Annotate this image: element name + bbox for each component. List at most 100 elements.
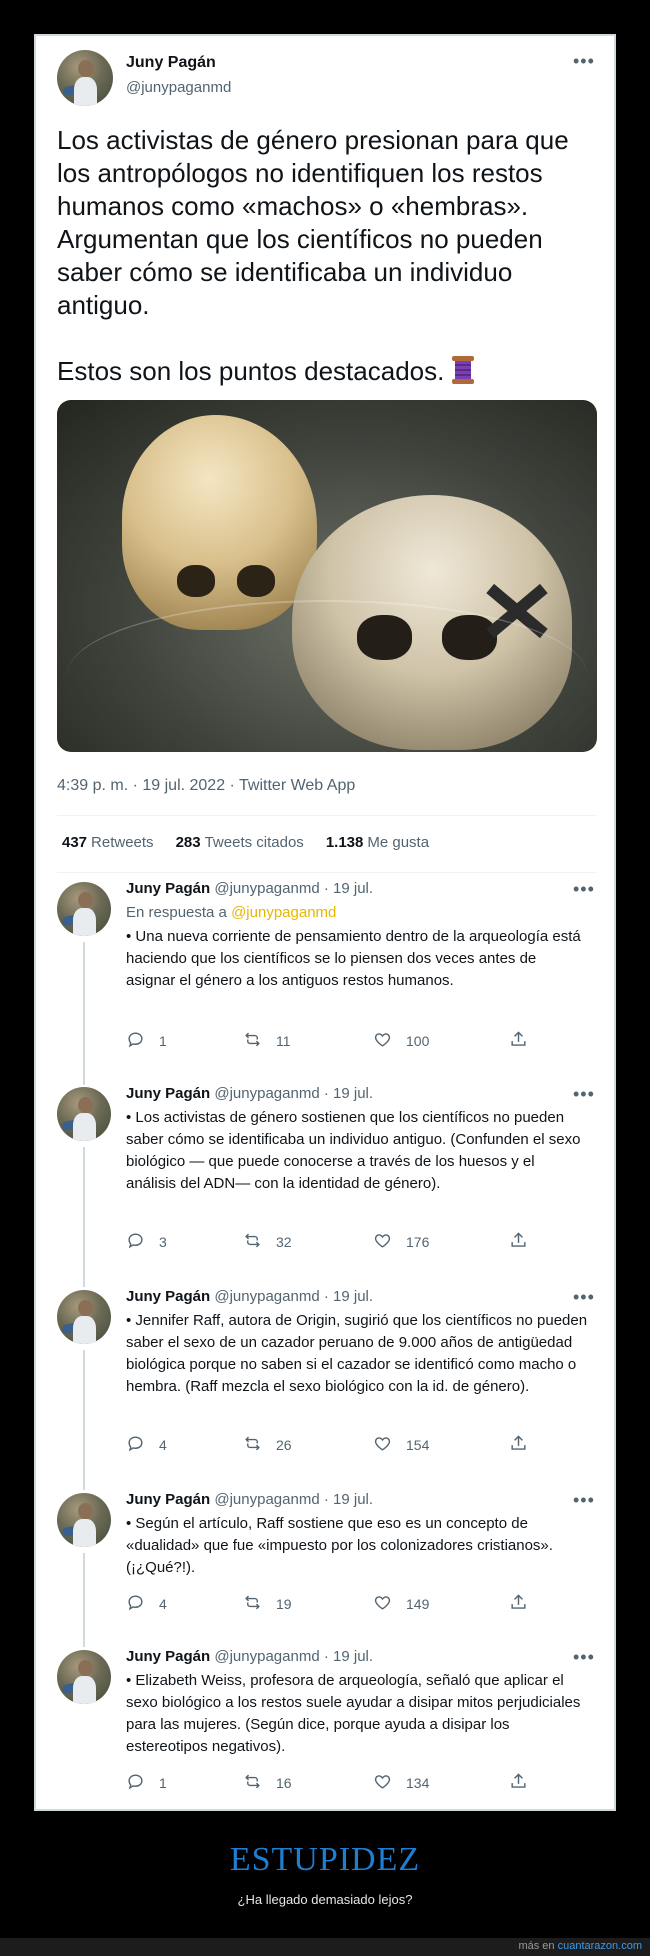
like-count: 134 bbox=[406, 1775, 430, 1791]
reply-text: • Según el artículo, Raff sostiene que e… bbox=[126, 1515, 553, 1576]
thread-line bbox=[83, 1350, 85, 1490]
more-options-icon[interactable]: ••• bbox=[573, 1085, 595, 1103]
reply-author-handle[interactable]: @junypaganmd bbox=[214, 1491, 319, 1508]
reply-icon bbox=[126, 1030, 159, 1052]
reply-icon bbox=[126, 1434, 159, 1456]
heart-icon bbox=[373, 1030, 406, 1052]
reply-button[interactable]: 1 bbox=[126, 1030, 167, 1052]
share-button[interactable] bbox=[509, 1593, 542, 1615]
tweet-text: Los activistas de género presionan para … bbox=[57, 124, 602, 388]
reply-author-name[interactable]: Juny Pagán bbox=[126, 1288, 210, 1305]
heart-icon bbox=[373, 1593, 406, 1615]
share-icon bbox=[509, 1030, 542, 1052]
reply-actions: 1 16 134 bbox=[126, 1772, 546, 1794]
author-name[interactable]: Juny Pagán bbox=[126, 54, 216, 72]
thread-spool-icon bbox=[451, 356, 474, 384]
reply-button[interactable]: 3 bbox=[126, 1231, 167, 1253]
tweet-card: Juny Pagán @junypaganmd ••• Los activist… bbox=[34, 34, 616, 1811]
like-count: 100 bbox=[406, 1033, 430, 1049]
tweet-photo[interactable] bbox=[57, 400, 597, 752]
reply-count: 4 bbox=[159, 1596, 167, 1612]
author-handle[interactable]: @junypaganmd bbox=[126, 79, 231, 96]
reply-button[interactable]: 4 bbox=[126, 1593, 167, 1615]
reply-header: Juny Pagán @junypaganmd · 19 jul. bbox=[126, 1491, 373, 1508]
reply-tweet[interactable]: Juny Pagán @junypaganmd · 19 jul. ••• • Lo… bbox=[36, 1085, 614, 1287]
reply-header: Juny Pagán @junypaganmd · 19 jul. bbox=[126, 1288, 373, 1305]
reply-author-name[interactable]: Juny Pagán bbox=[126, 1085, 210, 1102]
retweet-button[interactable]: 16 bbox=[243, 1772, 292, 1794]
more-options-icon[interactable]: ••• bbox=[573, 52, 595, 70]
reply-tweet[interactable]: Juny Pagán @junypaganmd · 19 jul. ••• • Se… bbox=[36, 1491, 614, 1647]
reply-avatar[interactable] bbox=[57, 1650, 111, 1704]
retweet-button[interactable]: 11 bbox=[243, 1030, 291, 1052]
reply-icon bbox=[126, 1593, 159, 1615]
reply-time[interactable]: · 19 jul. bbox=[324, 1085, 373, 1102]
site-link[interactable]: cuantarazon.com bbox=[558, 1940, 642, 1952]
reply-tweet[interactable]: Juny Pagán @junypaganmd · 19 jul. ••• En r… bbox=[36, 880, 614, 1085]
like-count: 176 bbox=[406, 1234, 430, 1250]
reply-header: Juny Pagán @junypaganmd · 19 jul. bbox=[126, 1085, 373, 1102]
reply-button[interactable]: 1 bbox=[126, 1772, 167, 1794]
more-options-icon[interactable]: ••• bbox=[573, 1648, 595, 1666]
like-button[interactable]: 100 bbox=[373, 1030, 429, 1052]
share-icon bbox=[509, 1434, 542, 1456]
retweet-count: 32 bbox=[276, 1234, 292, 1250]
author-avatar[interactable] bbox=[57, 50, 113, 106]
footer-subtitle: ¿Ha llegado demasiado lejos? bbox=[237, 1892, 413, 1907]
retweet-button[interactable]: 32 bbox=[243, 1231, 292, 1253]
share-button[interactable] bbox=[509, 1030, 542, 1052]
like-button[interactable]: 176 bbox=[373, 1231, 429, 1253]
reply-time[interactable]: · 19 jul. bbox=[324, 880, 373, 897]
reply-author-name[interactable]: Juny Pagán bbox=[126, 1648, 210, 1665]
tweet-text-body: Los activistas de género presionan para … bbox=[57, 125, 576, 320]
like-count: 149 bbox=[406, 1596, 430, 1612]
reply-icon bbox=[126, 1231, 159, 1253]
retweet-count: 26 bbox=[276, 1437, 292, 1453]
likes-stat[interactable]: 1.138 Me gusta bbox=[326, 834, 429, 851]
reply-tweet[interactable]: Juny Pagán @junypaganmd · 19 jul. ••• • El… bbox=[36, 1648, 614, 1802]
reply-avatar[interactable] bbox=[57, 882, 111, 936]
thread-line bbox=[83, 1553, 85, 1647]
mention-link[interactable]: @junypaganmd bbox=[231, 904, 336, 921]
reply-author-handle[interactable]: @junypaganmd bbox=[214, 1648, 319, 1665]
more-options-icon[interactable]: ••• bbox=[573, 880, 595, 898]
reply-time[interactable]: · 19 jul. bbox=[324, 1288, 373, 1305]
retweet-icon bbox=[243, 1772, 276, 1794]
reply-button[interactable]: 4 bbox=[126, 1434, 167, 1456]
retweet-button[interactable]: 26 bbox=[243, 1434, 292, 1456]
more-options-icon[interactable]: ••• bbox=[573, 1491, 595, 1509]
share-button[interactable] bbox=[509, 1434, 542, 1456]
retweets-stat[interactable]: 437 Retweets bbox=[62, 834, 154, 851]
quotes-stat[interactable]: 283 Tweets citados bbox=[176, 834, 304, 851]
reply-text: • Una nueva corriente de pensamiento den… bbox=[126, 928, 581, 989]
reply-header: Juny Pagán @junypaganmd · 19 jul. bbox=[126, 880, 373, 897]
reply-avatar[interactable] bbox=[57, 1290, 111, 1344]
footer-title: ESTUPIDEZ bbox=[229, 1841, 421, 1878]
share-button[interactable] bbox=[509, 1772, 542, 1794]
reply-author-name[interactable]: Juny Pagán bbox=[126, 1491, 210, 1508]
reply-author-handle[interactable]: @junypaganmd bbox=[214, 880, 319, 897]
more-options-icon[interactable]: ••• bbox=[573, 1288, 595, 1306]
reply-avatar[interactable] bbox=[57, 1493, 111, 1547]
retweet-icon bbox=[243, 1593, 276, 1615]
retweet-button[interactable]: 19 bbox=[243, 1593, 292, 1615]
reply-time[interactable]: · 19 jul. bbox=[324, 1648, 373, 1665]
like-button[interactable]: 149 bbox=[373, 1593, 429, 1615]
share-button[interactable] bbox=[509, 1231, 542, 1253]
retweet-icon bbox=[243, 1434, 276, 1456]
reply-time[interactable]: · 19 jul. bbox=[324, 1491, 373, 1508]
reply-author-handle[interactable]: @junypaganmd bbox=[214, 1085, 319, 1102]
divider bbox=[57, 872, 597, 873]
reply-text: • Elizabeth Weiss, profesora de arqueolo… bbox=[126, 1672, 581, 1755]
reply-author-name[interactable]: Juny Pagán bbox=[126, 880, 210, 897]
footer-credit: más en cuantarazon.com bbox=[518, 1940, 642, 1952]
divider bbox=[57, 815, 597, 816]
reply-actions: 4 19 149 bbox=[126, 1593, 546, 1615]
reply-tweet[interactable]: Juny Pagán @junypaganmd · 19 jul. ••• • Je… bbox=[36, 1288, 614, 1490]
reply-author-handle[interactable]: @junypaganmd bbox=[214, 1288, 319, 1305]
like-button[interactable]: 154 bbox=[373, 1434, 429, 1456]
tweet-timestamp[interactable]: 4:39 p. m. · 19 jul. 2022 · Twitter Web … bbox=[57, 777, 355, 795]
skull-left bbox=[122, 415, 317, 630]
like-button[interactable]: 134 bbox=[373, 1772, 429, 1794]
reply-avatar[interactable] bbox=[57, 1087, 111, 1141]
